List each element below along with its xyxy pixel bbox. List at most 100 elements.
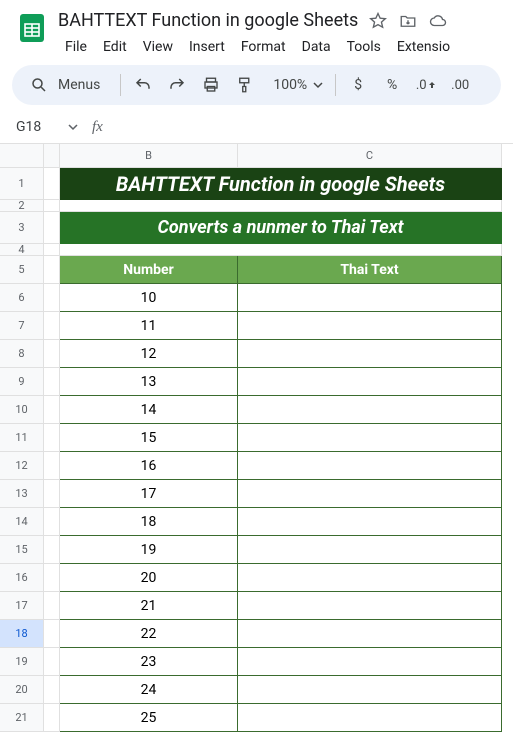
row-header[interactable]: 6 — [0, 284, 44, 312]
menu-extensions[interactable]: Extensio — [390, 35, 457, 59]
cell[interactable] — [44, 424, 60, 452]
print-button[interactable] — [195, 69, 227, 101]
cell[interactable] — [60, 244, 502, 256]
row-header[interactable]: 14 — [0, 508, 44, 536]
cell[interactable] — [44, 212, 60, 244]
cell[interactable] — [44, 564, 60, 592]
cell[interactable] — [44, 368, 60, 396]
sheets-logo[interactable] — [12, 8, 52, 48]
number-cell[interactable]: 16 — [60, 452, 238, 480]
row-header[interactable]: 11 — [0, 424, 44, 452]
number-cell[interactable]: 23 — [60, 648, 238, 676]
cell[interactable] — [44, 480, 60, 508]
row-header[interactable]: 21 — [0, 704, 44, 732]
menu-format[interactable]: Format — [234, 35, 293, 59]
number-cell[interactable]: 24 — [60, 676, 238, 704]
undo-button[interactable] — [127, 69, 159, 101]
thai-cell[interactable] — [238, 620, 502, 648]
thai-cell[interactable] — [238, 424, 502, 452]
col-header-b[interactable]: B — [60, 144, 238, 168]
star-icon[interactable] — [368, 11, 388, 31]
thai-cell[interactable] — [238, 704, 502, 732]
col-header-c[interactable]: C — [238, 144, 502, 168]
cell[interactable] — [44, 284, 60, 312]
search-menus[interactable]: Menus — [20, 72, 114, 98]
menu-tools[interactable]: Tools — [340, 35, 388, 59]
cell[interactable] — [44, 452, 60, 480]
thai-cell[interactable] — [238, 648, 502, 676]
number-cell[interactable]: 20 — [60, 564, 238, 592]
thai-cell[interactable] — [238, 452, 502, 480]
number-cell[interactable]: 22 — [60, 620, 238, 648]
cell[interactable] — [44, 340, 60, 368]
number-cell[interactable]: 13 — [60, 368, 238, 396]
redo-button[interactable] — [161, 69, 193, 101]
thai-cell[interactable] — [238, 480, 502, 508]
cell[interactable] — [44, 648, 60, 676]
cell[interactable] — [44, 200, 60, 212]
select-all-corner[interactable] — [0, 144, 44, 168]
number-cell[interactable]: 17 — [60, 480, 238, 508]
cell[interactable] — [44, 396, 60, 424]
row-header[interactable]: 2 — [0, 200, 44, 212]
row-header[interactable]: 19 — [0, 648, 44, 676]
number-cell[interactable]: 21 — [60, 592, 238, 620]
row-header[interactable]: 5 — [0, 256, 44, 284]
row-header[interactable]: 8 — [0, 340, 44, 368]
subtitle-cell[interactable]: Converts a nunmer to Thai Text — [60, 212, 502, 244]
doc-title[interactable]: BAHTTEXT Function in google Sheets — [58, 10, 358, 31]
thai-cell[interactable] — [238, 368, 502, 396]
menu-view[interactable]: View — [136, 35, 180, 59]
paint-format-button[interactable] — [229, 69, 261, 101]
row-header[interactable]: 15 — [0, 536, 44, 564]
zoom-dropdown[interactable]: 100% — [263, 77, 329, 93]
cell[interactable] — [44, 620, 60, 648]
increase-decimal-button[interactable]: .00 — [444, 69, 476, 101]
menu-insert[interactable]: Insert — [182, 35, 232, 59]
row-header[interactable]: 12 — [0, 452, 44, 480]
thai-cell[interactable] — [238, 340, 502, 368]
cell[interactable] — [44, 704, 60, 732]
thai-cell[interactable] — [238, 536, 502, 564]
menu-data[interactable]: Data — [295, 35, 338, 59]
number-cell[interactable]: 11 — [60, 312, 238, 340]
row-header[interactable]: 7 — [0, 312, 44, 340]
number-cell[interactable]: 15 — [60, 424, 238, 452]
title-cell[interactable]: BAHTTEXT Function in google Sheets — [60, 168, 502, 200]
cloud-icon[interactable] — [428, 11, 448, 31]
row-header[interactable]: 1 — [0, 168, 44, 200]
row-header[interactable]: 13 — [0, 480, 44, 508]
number-cell[interactable]: 18 — [60, 508, 238, 536]
decrease-decimal-button[interactable]: .0 — [410, 69, 442, 101]
thai-cell[interactable] — [238, 508, 502, 536]
number-cell[interactable]: 10 — [60, 284, 238, 312]
col-header-a[interactable] — [44, 144, 60, 168]
row-header[interactable]: 18 — [0, 620, 44, 648]
row-header[interactable]: 3 — [0, 212, 44, 244]
thai-cell[interactable] — [238, 676, 502, 704]
row-header[interactable]: 16 — [0, 564, 44, 592]
thai-cell[interactable] — [238, 396, 502, 424]
number-cell[interactable]: 25 — [60, 704, 238, 732]
row-header[interactable]: 9 — [0, 368, 44, 396]
row-header[interactable]: 17 — [0, 592, 44, 620]
move-icon[interactable] — [398, 11, 418, 31]
row-header[interactable]: 20 — [0, 676, 44, 704]
thai-cell[interactable] — [238, 312, 502, 340]
row-header[interactable]: 4 — [0, 244, 44, 256]
thai-cell[interactable] — [238, 564, 502, 592]
menu-edit[interactable]: Edit — [96, 35, 134, 59]
menu-file[interactable]: File — [58, 35, 94, 59]
cell[interactable] — [60, 200, 502, 212]
cell[interactable] — [44, 676, 60, 704]
cell[interactable] — [44, 592, 60, 620]
formula-input[interactable] — [113, 119, 501, 135]
cell[interactable] — [44, 312, 60, 340]
number-cell[interactable]: 19 — [60, 536, 238, 564]
number-cell[interactable]: 12 — [60, 340, 238, 368]
thai-cell[interactable] — [238, 284, 502, 312]
cell[interactable] — [44, 244, 60, 256]
currency-button[interactable]: $ — [342, 69, 374, 101]
header-number[interactable]: Number — [60, 256, 238, 284]
cell[interactable] — [44, 168, 60, 200]
